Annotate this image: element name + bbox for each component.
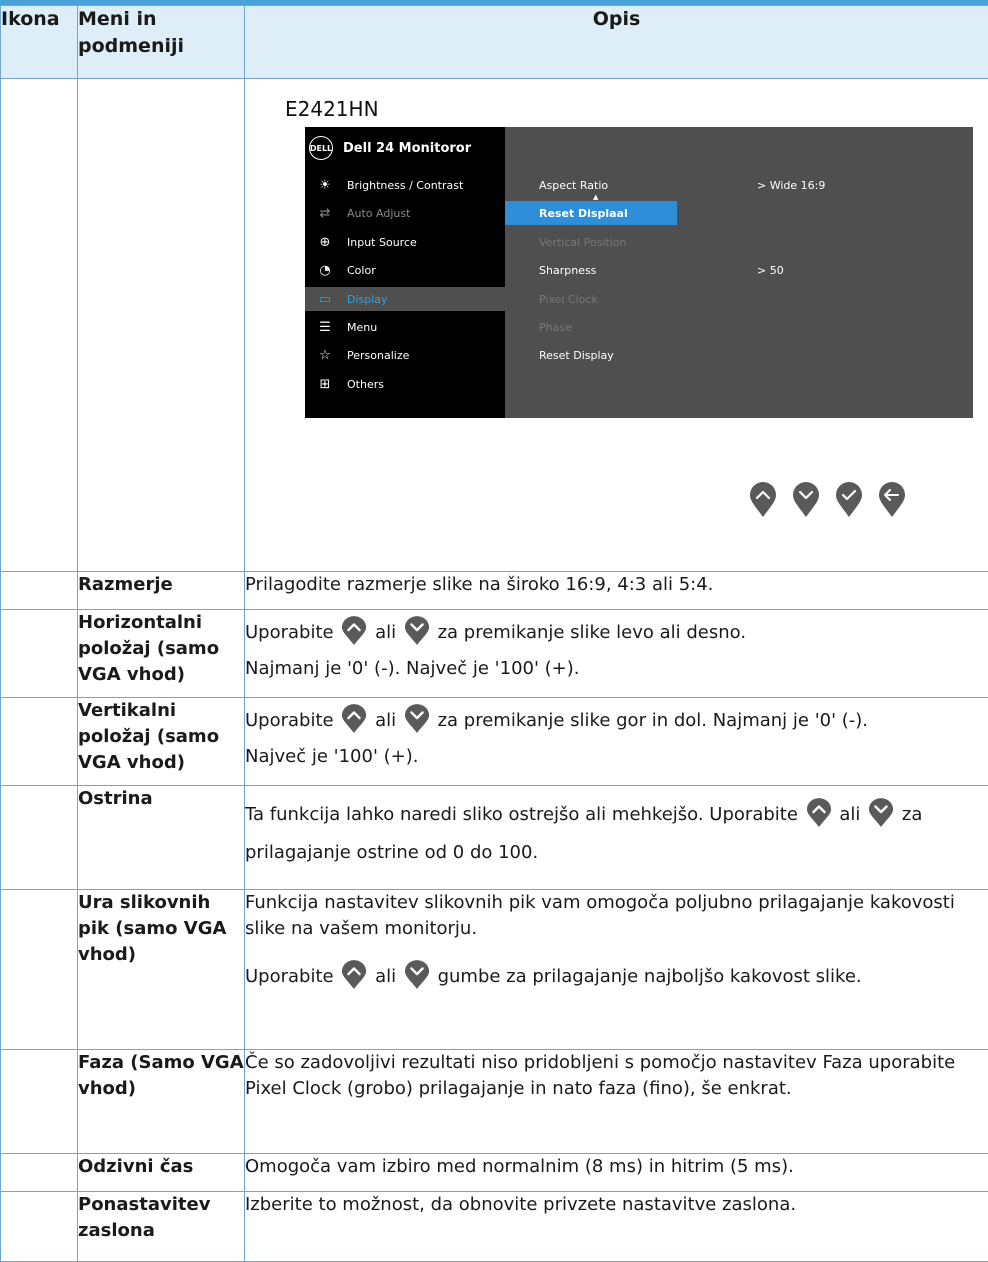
header-description: Opis	[245, 6, 988, 79]
others-icon: ⊞	[315, 377, 335, 392]
osd-menu-display[interactable]: ▭ Display	[305, 287, 505, 311]
osd-main-menu: DELL Dell 24 Monitoror ☀ Brightness / Co…	[305, 127, 505, 418]
osd-sub-vertical-position[interactable]: Vertical Position	[505, 230, 677, 254]
osd-sub-reset-displaal[interactable]: Reset Displaal	[505, 201, 677, 225]
row-desc-ura-slikovnih-pik: Funkcija nastavitev slikovnih pik vam om…	[245, 890, 988, 1050]
color-icon: ◔	[315, 263, 335, 278]
row-desc-ostrina: Ta funkcija lahko naredi sliko ostrejšo …	[245, 786, 988, 890]
row-name-horizontal: Horizontalni položaj (samo VGA vhod)	[78, 610, 245, 698]
row-name-faza: Faza (Samo VGA vhod)	[78, 1050, 245, 1154]
menu-description-table: Ikona Meni in podmeniji Opis E2421HN DEL…	[0, 5, 988, 1262]
osd-menu-color[interactable]: ◔ Color	[305, 258, 505, 282]
down-button-icon	[404, 616, 430, 646]
down-button-icon[interactable]	[792, 482, 820, 518]
row-name-vertical: Vertikalni položaj (samo VGA vhod)	[78, 698, 245, 786]
confirm-button-icon[interactable]	[835, 482, 863, 518]
row-desc-razmerje: Prilagodite razmerje slike na široko 16:…	[245, 572, 988, 610]
up-button-icon	[341, 960, 367, 990]
up-button-icon	[806, 798, 832, 828]
down-button-icon	[404, 704, 430, 734]
down-button-icon	[404, 960, 430, 990]
osd-sub-reset-display[interactable]: Reset Display	[505, 343, 677, 367]
row-desc-faza: Če so zadovoljivi rezultati niso pridobl…	[245, 1050, 988, 1154]
osd-sub-aspect-ratio-value: > Wide 16:9	[757, 173, 825, 197]
brightness-icon: ☀	[315, 178, 335, 193]
icon-cell	[1, 79, 78, 572]
personalize-icon: ☆	[315, 348, 335, 363]
osd-sub-sharpness-value: > 50	[757, 258, 784, 282]
up-button-icon	[341, 616, 367, 646]
row-name-ostrina: Ostrina	[78, 786, 245, 890]
osd-sub-phase[interactable]: Phase	[505, 315, 677, 339]
osd-sub-aspect-ratio[interactable]: Aspect Ratio	[505, 173, 677, 197]
input-source-icon: ⊕	[315, 235, 335, 250]
up-button-icon	[341, 704, 367, 734]
row-desc-vertical: Uporabite ali za premikanje slike gor in…	[245, 698, 988, 786]
back-button-icon[interactable]	[878, 482, 906, 518]
row-desc-ponastavitev: Izberite to možnost, da obnovite privzet…	[245, 1192, 988, 1262]
row-name-ponastavitev: Ponastavitev zaslona	[78, 1192, 245, 1262]
row-name-razmerje: Razmerje	[78, 572, 245, 610]
osd-screenshot: DELL Dell 24 Monitoror ☀ Brightness / Co…	[305, 127, 973, 418]
dell-logo: DELL	[309, 136, 333, 160]
auto-adjust-icon: ⇄	[315, 206, 335, 221]
row-desc-odzivni-cas: Omogoča vam izbiro med normalnim (8 ms) …	[245, 1154, 988, 1192]
down-button-icon	[868, 798, 894, 828]
model-name: E2421HN	[285, 97, 379, 121]
osd-menu-others[interactable]: ⊞ Others	[305, 372, 505, 396]
row-desc-horizontal: Uporabite ali za premikanje slike levo a…	[245, 610, 988, 698]
osd-cell: E2421HN DELL Dell 24 Monitoror ☀ Brightn…	[245, 79, 988, 572]
osd-menu-personalize[interactable]: ☆ Personalize	[305, 343, 505, 367]
menu-cell	[78, 79, 245, 572]
header-icon: Ikona	[1, 6, 78, 79]
osd-sub-sharpness[interactable]: Sharpness	[505, 258, 677, 282]
row-name-odzivni-cas: Odzivni čas	[78, 1154, 245, 1192]
osd-menu-menu[interactable]: ☰ Menu	[305, 315, 505, 339]
display-icon: ▭	[315, 292, 335, 307]
header-menu: Meni in podmeniji	[78, 6, 245, 79]
osd-menu-input-source[interactable]: ⊕ Input Source	[305, 230, 505, 254]
osd-menu-brightness[interactable]: ☀ Brightness / Contrast	[305, 173, 505, 197]
osd-menu-auto-adjust[interactable]: ⇄ Auto Adjust	[305, 201, 505, 225]
osd-sub-pixel-clock[interactable]: Pixel Clock	[505, 287, 677, 311]
menu-icon: ☰	[315, 320, 335, 335]
row-name-ura-slikovnih-pik: Ura slikovnih pik (samo VGA vhod)	[78, 890, 245, 1050]
osd-title: Dell 24 Monitoror	[343, 141, 471, 156]
up-button-icon[interactable]	[749, 482, 777, 518]
scroll-up-caret-icon: ▲	[593, 193, 598, 201]
